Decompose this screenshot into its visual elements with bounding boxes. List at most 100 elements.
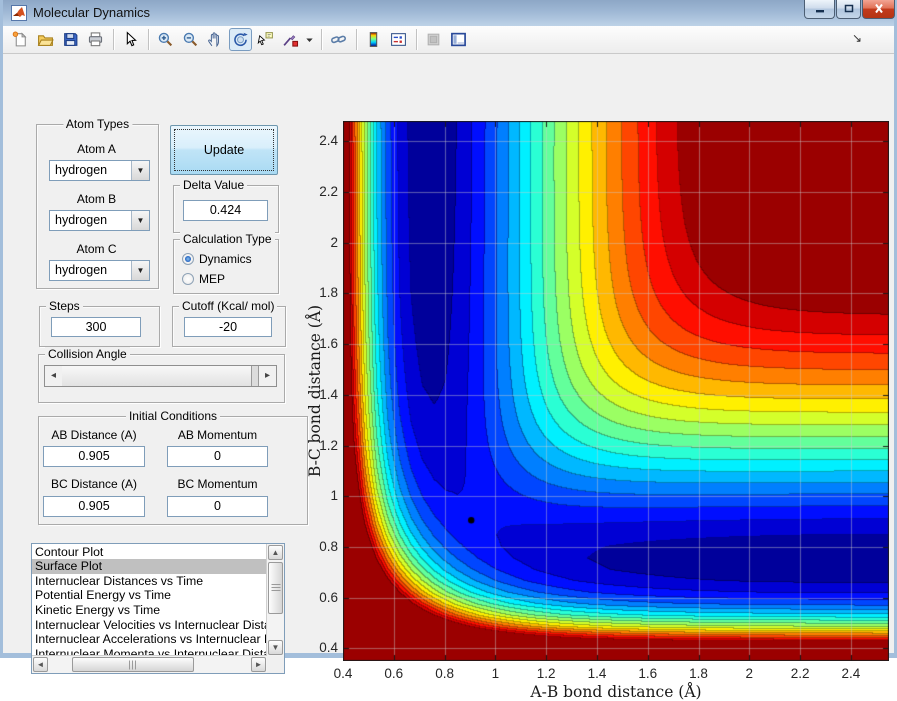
x-tick-label: 2: [727, 666, 771, 681]
list-item[interactable]: Potential Energy vs Time: [32, 588, 267, 603]
chevron-down-icon[interactable]: ▼: [131, 211, 149, 230]
edit-plot-button[interactable]: [119, 28, 142, 51]
toolbar-separator: [113, 29, 115, 50]
listbox-vertical-scrollbar[interactable]: ▲ ▼: [266, 544, 284, 656]
atom-c-value: hydrogen: [55, 261, 107, 280]
x-tick-label: 1.6: [626, 666, 670, 681]
x-tick-label: 1: [473, 666, 517, 681]
toolbar-separator: [148, 29, 150, 50]
print-figure-button[interactable]: [84, 28, 107, 51]
listbox-items: Contour PlotSurface PlotInternuclear Dis…: [32, 544, 267, 656]
zoom-in-button[interactable]: [154, 28, 177, 51]
vertical-scroll-thumb[interactable]: [268, 562, 283, 614]
atom-b-value: hydrogen: [55, 211, 107, 230]
insert-legend-button[interactable]: [387, 28, 410, 51]
titlebar[interactable]: Molecular Dynamics: [3, 0, 894, 27]
scroll-right-arrow-icon[interactable]: ►: [251, 657, 266, 672]
edit-plot-icon: [122, 31, 139, 48]
cutoff-title: Cutoff (Kcal/ mol): [179, 299, 277, 313]
radio-mep[interactable]: MEP: [182, 271, 225, 287]
atom-b-select[interactable]: hydrogen ▼: [49, 210, 150, 231]
bc-distance-input[interactable]: 0.905: [43, 496, 145, 517]
dock-figure-arrow-icon[interactable]: ↘: [852, 31, 862, 45]
ab-momentum-label: AB Momentum: [167, 428, 268, 442]
new-figure-button[interactable]: [9, 28, 32, 51]
brush-caret-icon: [301, 31, 318, 48]
slider-right-arrow-icon[interactable]: ▸: [258, 366, 276, 386]
chevron-down-icon[interactable]: ▼: [131, 161, 149, 180]
radio-dynamics-label: Dynamics: [199, 252, 252, 266]
toolbar-separator: [321, 29, 323, 50]
slider-left-arrow-icon[interactable]: ◂: [45, 366, 63, 386]
bc-distance-label: BC Distance (A): [43, 477, 145, 491]
minimize-button[interactable]: [804, 0, 835, 19]
show-plot-tools-button[interactable]: [447, 28, 470, 51]
rotate-3d-icon: [232, 31, 249, 48]
list-item[interactable]: Internuclear Distances vs Time: [32, 574, 267, 589]
ab-momentum-input[interactable]: 0: [167, 446, 268, 467]
contour-plot[interactable]: [343, 121, 889, 661]
insert-legend-icon: [390, 31, 407, 48]
list-item[interactable]: Surface Plot: [32, 559, 267, 574]
horizontal-scroll-thumb[interactable]: [72, 657, 194, 672]
app-window: Molecular Dynamics ↘ Atom Types Atom A h…: [0, 0, 897, 658]
matlab-logo-icon: [11, 5, 27, 21]
link-plots-button[interactable]: [327, 28, 350, 51]
brush-button[interactable]: [279, 28, 302, 51]
cutoff-input[interactable]: -20: [184, 317, 272, 337]
toolbar-separator: [416, 29, 418, 50]
data-cursor-button[interactable]: [254, 28, 277, 51]
insert-colorbar-button[interactable]: [362, 28, 385, 51]
ab-distance-input[interactable]: 0.905: [43, 446, 145, 467]
pan-icon: [207, 31, 224, 48]
x-tick-label: 2.4: [829, 666, 873, 681]
delta-value-input[interactable]: 0.424: [183, 200, 268, 221]
scroll-up-arrow-icon[interactable]: ▲: [268, 545, 283, 560]
atom-b-label: Atom B: [36, 192, 157, 206]
atom-a-select[interactable]: hydrogen ▼: [49, 160, 150, 181]
zoom-out-button[interactable]: [179, 28, 202, 51]
scroll-left-arrow-icon[interactable]: ◄: [33, 657, 48, 672]
slider-thumb[interactable]: [62, 366, 252, 386]
y-tick-label: 0.4: [300, 640, 338, 655]
radio-mep-circle-icon[interactable]: [182, 273, 194, 285]
radio-dynamics[interactable]: Dynamics: [182, 251, 252, 267]
y-tick-label: 2.2: [300, 184, 338, 199]
y-tick-label: 2: [300, 235, 338, 250]
x-tick-label: 2.2: [778, 666, 822, 681]
hide-plot-tools-button[interactable]: [422, 28, 445, 51]
list-item[interactable]: Internuclear Velocities vs Internuclear …: [32, 618, 267, 633]
initial-conditions-title: Initial Conditions: [126, 409, 220, 423]
zoom-out-icon: [182, 31, 199, 48]
list-item[interactable]: Contour Plot: [32, 545, 267, 560]
collision-angle-slider[interactable]: ◂ ▸: [44, 365, 277, 387]
x-tick-label: 0.4: [321, 666, 365, 681]
pan-button[interactable]: [204, 28, 227, 51]
chevron-down-icon[interactable]: ▼: [131, 261, 149, 280]
update-button[interactable]: Update: [170, 125, 278, 175]
maximize-button[interactable]: [836, 0, 861, 19]
list-item[interactable]: Kinetic Energy vs Time: [32, 603, 267, 618]
save-figure-button[interactable]: [59, 28, 82, 51]
brush-caret-button[interactable]: [304, 28, 315, 51]
steps-input[interactable]: 300: [51, 317, 141, 337]
close-button[interactable]: [862, 0, 895, 19]
rotate-3d-button[interactable]: [229, 28, 252, 51]
bc-momentum-input[interactable]: 0: [167, 496, 268, 517]
show-plot-tools-icon: [450, 31, 467, 48]
save-figure-icon: [62, 31, 79, 48]
open-file-button[interactable]: [34, 28, 57, 51]
list-item[interactable]: Internuclear Accelerations vs Internucle…: [32, 632, 267, 647]
atom-c-label: Atom C: [36, 242, 157, 256]
radio-dynamics-circle-icon[interactable]: [182, 253, 194, 265]
atom-c-select[interactable]: hydrogen ▼: [49, 260, 150, 281]
plot-type-listbox[interactable]: Contour PlotSurface PlotInternuclear Dis…: [31, 543, 285, 674]
x-tick-label: 0.6: [372, 666, 416, 681]
scroll-down-arrow-icon[interactable]: ▼: [268, 640, 283, 655]
contour-canvas[interactable]: [343, 121, 889, 661]
link-plots-icon: [330, 31, 347, 48]
brush-icon: [282, 31, 299, 48]
open-file-icon: [37, 31, 54, 48]
y-tick-label: 0.6: [300, 590, 338, 605]
calculation-type-panel: Calculation Type Dynamics MEP: [173, 239, 279, 294]
